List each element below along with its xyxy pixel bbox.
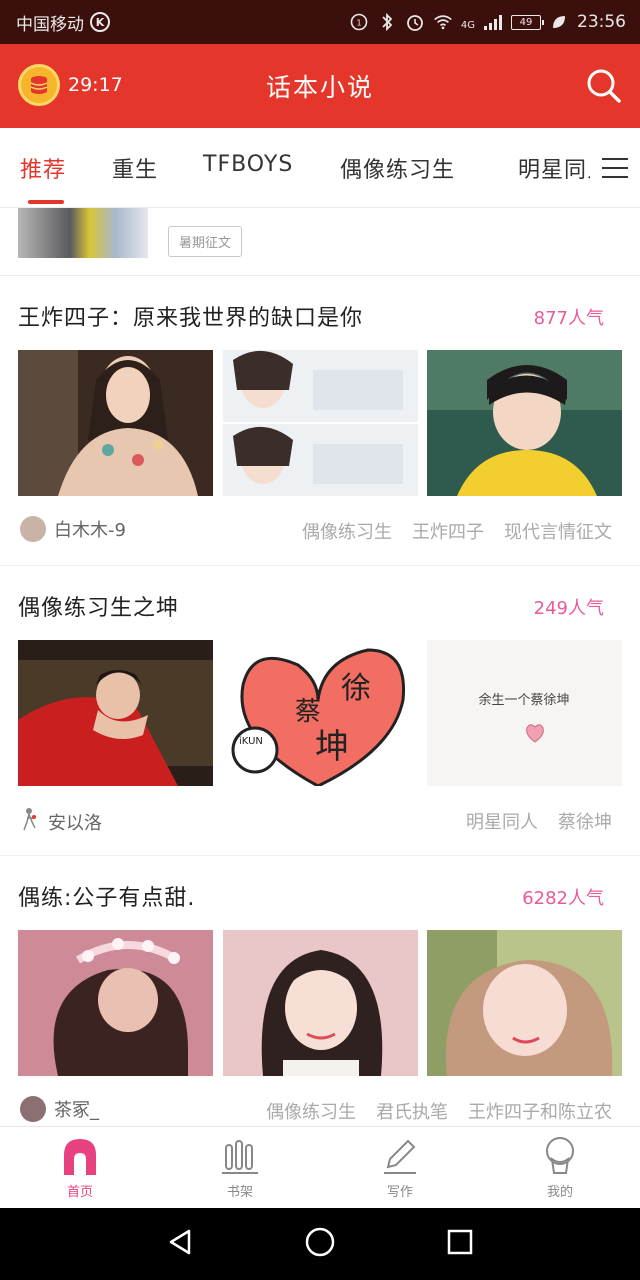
pen-icon: [384, 1139, 416, 1174]
story-tag[interactable]: 王炸四子: [412, 518, 484, 544]
nav-label: 我的: [546, 1185, 573, 1200]
home-button[interactable]: [304, 1226, 336, 1262]
category-tabs: 推荐 重生 TFBOYS 偶像练习生 明星同人: [0, 128, 640, 208]
leaf-icon: [549, 12, 569, 32]
nav-write[interactable]: 写作: [320, 1127, 480, 1208]
clock: 23:56: [577, 12, 626, 32]
story-tag[interactable]: 君氏执笔: [376, 1098, 448, 1124]
menu-icon: [602, 158, 628, 178]
author[interactable]: 白木木-9: [20, 516, 126, 542]
story-tag[interactable]: 偶像练习生: [302, 518, 392, 544]
tab-tfboys[interactable]: TFBOYS: [203, 152, 293, 177]
story-tags: 偶像练习生 王炸四子 现代言情征文: [302, 518, 612, 544]
tab-recommend[interactable]: 推荐: [20, 152, 66, 184]
status-right: 1 4G 49 23:56: [349, 12, 626, 32]
story-card[interactable]: 王炸四子：原来我世界的缺口是你 877人气 白木木-9 偶像练习生 王炸四子 现…: [0, 276, 640, 566]
ikun-badge: iKUN: [239, 736, 263, 747]
nav-profile[interactable]: 我的: [480, 1127, 640, 1208]
author-name: 安以洛: [48, 812, 102, 834]
hd-call-icon: 1: [349, 12, 369, 32]
story-image: [427, 930, 622, 1076]
story-image: [223, 930, 418, 1076]
recents-button[interactable]: [445, 1227, 475, 1261]
alarm-icon: [405, 12, 425, 32]
network-type: 4G: [460, 20, 475, 31]
story-image: [18, 350, 213, 496]
carrier-name: 中国移动: [16, 14, 84, 35]
nav-home[interactable]: 首页: [0, 1127, 160, 1208]
story-tags: 明星同人 蔡徐坤: [466, 808, 612, 834]
author-name: 茶冢_: [54, 1100, 99, 1121]
story-card-partial[interactable]: 暑期征文: [0, 208, 640, 276]
story-title[interactable]: 偶练:公子有点甜.: [18, 880, 195, 912]
battery-icon: 49: [511, 14, 544, 30]
author[interactable]: 茶冢_: [20, 1096, 99, 1122]
story-image: [18, 930, 213, 1076]
author-avatar: [20, 516, 46, 542]
story-thumbnail: [18, 208, 148, 258]
author[interactable]: 安以洛: [20, 806, 102, 837]
reading-timer[interactable]: 29:17: [18, 64, 123, 106]
story-tag[interactable]: 蔡徐坤: [558, 808, 612, 834]
nav-bookshelf[interactable]: 书架: [160, 1127, 320, 1208]
story-tag[interactable]: 暑期征文: [168, 226, 243, 257]
story-images: 蔡徐坤 iKUN 余生一个蔡徐坤: [18, 640, 622, 786]
bookshelf-icon: [222, 1140, 258, 1174]
popularity-count: 877人气: [533, 308, 604, 329]
signal-icon: [483, 12, 503, 32]
author-avatar: [20, 1096, 46, 1122]
story-title[interactable]: 偶像练习生之坤: [18, 590, 179, 622]
profile-icon: [546, 1137, 574, 1174]
active-tab-indicator: [28, 200, 64, 204]
heart-text: 徐: [341, 671, 371, 706]
back-button[interactable]: [165, 1227, 195, 1261]
heart-text: 坤: [315, 727, 349, 767]
story-card[interactable]: 偶像练习生之坤 249人气 蔡徐坤 iKUN 余生一个蔡徐坤 安以洛 明星同人 蔡…: [0, 566, 640, 856]
story-card[interactable]: 偶练:公子有点甜. 6282人气 茶冢_ 偶像练习生 君氏执笔 王炸四子和陈立农: [0, 856, 640, 1126]
story-images: [18, 930, 622, 1076]
circle-home-icon: [305, 1227, 335, 1257]
coin-stack-icon: [18, 64, 60, 106]
svg-text:1: 1: [356, 19, 361, 28]
story-feed: 暑期征文 王炸四子：原来我世界的缺口是你 877人气 白木木-9 偶像练习生 王…: [0, 208, 640, 1126]
system-navigation-bar: [0, 1208, 640, 1280]
image-caption: 余生一个蔡徐坤: [478, 692, 569, 708]
story-image: 余生一个蔡徐坤: [427, 640, 622, 786]
search-button[interactable]: [584, 66, 624, 106]
story-image: [18, 640, 213, 786]
author-avatar: [20, 806, 40, 837]
bottom-nav: 首页 书架 写作 我的: [0, 1126, 640, 1208]
story-image: 蔡徐坤 iKUN: [223, 640, 418, 786]
story-tags: 偶像练习生 君氏执笔 王炸四子和陈立农: [266, 1098, 612, 1124]
recents-icon: [448, 1229, 473, 1255]
story-title[interactable]: 王炸四子：原来我世界的缺口是你: [18, 300, 363, 332]
search-icon: [587, 69, 621, 103]
story-tag[interactable]: 王炸四子和陈立农: [468, 1098, 612, 1124]
carrier-badge-icon: K: [90, 12, 110, 32]
story-tag[interactable]: 现代言情征文: [504, 518, 612, 544]
nav-label: 写作: [386, 1185, 413, 1200]
bluetooth-icon: [377, 12, 397, 32]
back-icon: [169, 1229, 190, 1255]
tab-idol-producer[interactable]: 偶像练习生: [340, 152, 455, 184]
timer-value: 29:17: [68, 74, 123, 96]
author-name: 白木木-9: [54, 520, 126, 541]
popularity-count: 249人气: [533, 598, 604, 619]
status-bar: 中国移动 K 1 4G 49 23:56: [0, 0, 640, 44]
nav-label: 首页: [66, 1185, 93, 1200]
story-image: [427, 350, 622, 496]
story-images: [18, 350, 622, 496]
story-image: [223, 350, 418, 496]
story-tag[interactable]: 明星同人: [466, 808, 538, 834]
status-left: 中国移动 K: [16, 10, 110, 35]
tab-rebirth[interactable]: 重生: [112, 152, 158, 184]
story-tag[interactable]: 偶像练习生: [266, 1098, 356, 1124]
home-icon: [64, 1139, 96, 1175]
heart-text: 蔡: [295, 697, 321, 727]
wifi-icon: [433, 12, 453, 32]
popularity-count: 6282人气: [522, 888, 604, 909]
nav-label: 书架: [226, 1185, 253, 1200]
tab-menu-button[interactable]: [590, 128, 640, 207]
app-header: 29:17 话本小说: [0, 44, 640, 128]
